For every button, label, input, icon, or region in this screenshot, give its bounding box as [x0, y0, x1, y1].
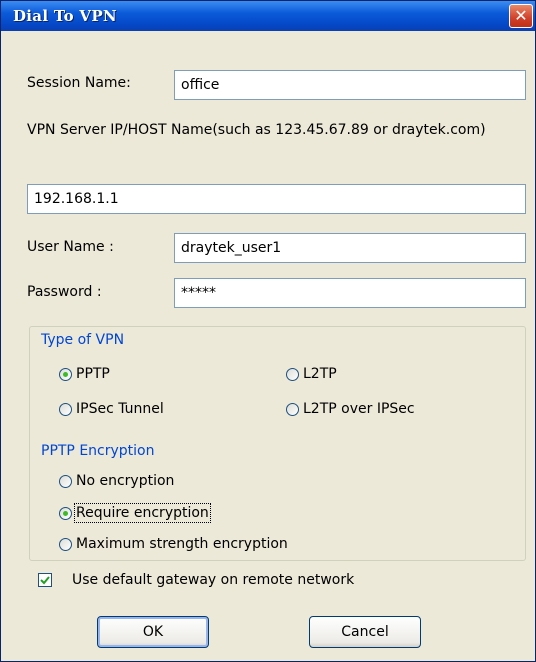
radio-require-encryption[interactable]: Require encryption — [59, 503, 211, 523]
dial-to-vpn-dialog: Dial To VPN ✕ Session Name: office VPN S… — [0, 0, 536, 662]
default-gateway-label: Use default gateway on remote network — [72, 572, 355, 588]
radio-no-encryption[interactable]: No encryption — [59, 473, 174, 489]
radio-pptp-label: PPTP — [76, 366, 110, 382]
radio-l2tp-label: L2TP — [303, 366, 337, 382]
radio-selected-icon — [59, 506, 72, 520]
cancel-button[interactable]: Cancel — [309, 616, 421, 648]
radio-unselected-icon — [286, 402, 299, 416]
server-input[interactable]: 192.168.1.1 — [27, 184, 526, 214]
user-name-label: User Name : — [27, 239, 114, 255]
radio-unselected-icon — [59, 402, 72, 416]
password-input[interactable]: ***** — [174, 278, 526, 308]
user-name-input[interactable]: draytek_user1 — [174, 233, 526, 263]
server-label: VPN Server IP/HOST Name(such as 123.45.6… — [27, 122, 486, 138]
session-name-input[interactable]: office — [174, 70, 526, 100]
ok-button[interactable]: OK — [97, 616, 209, 648]
radio-require-encryption-label: Require encryption — [74, 503, 211, 523]
radio-ipsec-tunnel-label: IPSec Tunnel — [76, 401, 164, 417]
radio-ipsec-tunnel[interactable]: IPSec Tunnel — [59, 401, 164, 417]
radio-maximum-encryption-label: Maximum strength encryption — [76, 536, 288, 552]
radio-unselected-icon — [59, 537, 72, 551]
checkbox-checked-icon — [38, 573, 52, 587]
pptp-encryption-title: PPTP Encryption — [38, 443, 158, 459]
radio-selected-icon — [59, 367, 72, 381]
radio-unselected-icon — [286, 367, 299, 381]
radio-pptp[interactable]: PPTP — [59, 366, 110, 382]
vpn-type-title: Type of VPN — [38, 332, 128, 348]
radio-maximum-encryption[interactable]: Maximum strength encryption — [59, 536, 288, 552]
close-icon[interactable]: ✕ — [509, 4, 533, 28]
radio-l2tp[interactable]: L2TP — [286, 366, 337, 382]
window-title: Dial To VPN — [13, 7, 117, 25]
default-gateway-checkbox[interactable]: Use default gateway on remote network — [38, 572, 354, 588]
title-bar[interactable]: Dial To VPN ✕ — [1, 1, 535, 31]
session-name-label: Session Name: — [27, 75, 131, 91]
radio-no-encryption-label: No encryption — [76, 473, 175, 489]
radio-unselected-icon — [59, 474, 72, 488]
password-label: Password : — [27, 284, 102, 300]
radio-l2tp-over-ipsec[interactable]: L2TP over IPSec — [286, 401, 415, 417]
radio-l2tp-over-ipsec-label: L2TP over IPSec — [303, 401, 415, 417]
